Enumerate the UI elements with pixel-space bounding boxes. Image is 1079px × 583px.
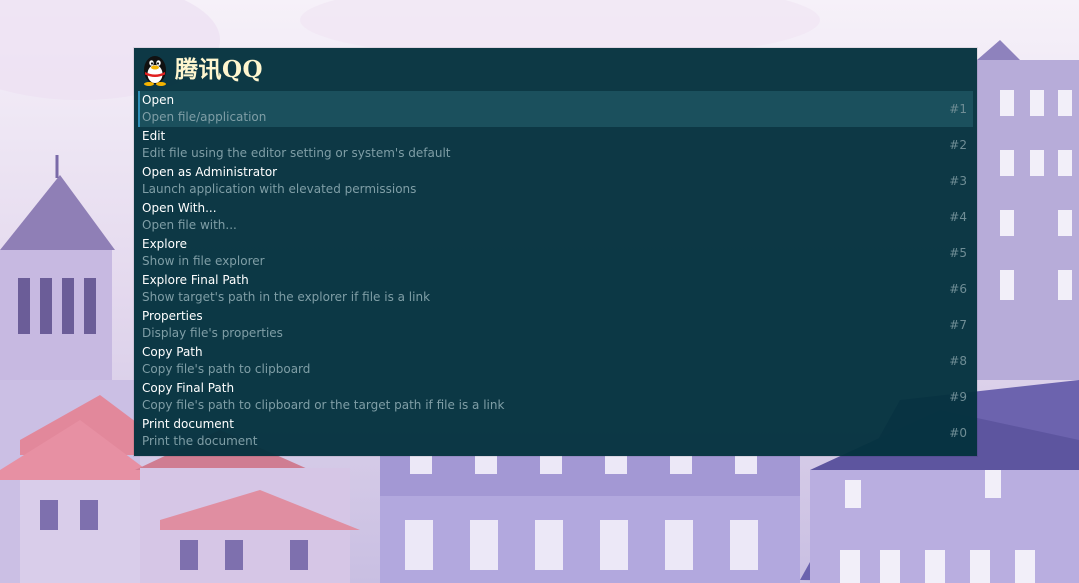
result-subtitle: Launch application with elevated permiss… <box>142 182 417 196</box>
result-subtitle: Display file's properties <box>142 326 283 340</box>
result-subtitle: Copy file's path to clipboard <box>142 362 311 376</box>
result-title: Copy Final Path <box>142 381 235 395</box>
result-hotkey: #7 <box>949 318 967 332</box>
result-hotkey: #2 <box>949 138 967 152</box>
result-subtitle: Show in file explorer <box>142 254 265 268</box>
result-title: Copy Path <box>142 345 203 359</box>
result-title: Explore Final Path <box>142 273 249 287</box>
result-subtitle: Open file with... <box>142 218 237 232</box>
result-subtitle: Edit file using the editor setting or sy… <box>142 146 451 160</box>
result-item[interactable]: Copy Path Copy file's path to clipboard #8 <box>138 343 973 379</box>
result-title: Open <box>142 93 175 107</box>
result-hotkey: #5 <box>949 246 967 260</box>
result-subtitle: Print the document <box>142 434 258 448</box>
qq-penguin-icon <box>144 56 166 86</box>
result-item[interactable]: Open With... Open file with... #4 <box>138 199 973 235</box>
result-title: Open With... <box>142 201 217 215</box>
result-title: Edit <box>142 129 166 143</box>
result-item[interactable]: Explore Show in file explorer #5 <box>138 235 973 271</box>
result-title: Print document <box>142 417 234 431</box>
result-title: Explore <box>142 237 188 251</box>
result-subtitle: Show target's path in the explorer if fi… <box>142 290 431 304</box>
result-hotkey: #3 <box>949 174 967 188</box>
result-item[interactable]: Properties Display file's properties #7 <box>138 307 973 343</box>
search-query[interactable]: 腾讯QQ <box>175 54 263 86</box>
result-item[interactable]: Explore Final Path Show target's path in … <box>138 271 973 307</box>
desktop: 腾讯QQ Open Open file/application #1 Edit Edit… <box>0 0 1079 583</box>
result-subtitle: Open file/application <box>142 110 267 124</box>
search-bar[interactable]: 腾讯QQ <box>134 48 977 90</box>
result-item[interactable]: Print document Print the document #0 <box>138 415 973 451</box>
result-item[interactable]: Open as Administrator Launch application … <box>138 163 973 199</box>
result-item[interactable]: Copy Final Path Copy file's path to clipb… <box>138 379 973 415</box>
result-subtitle: Copy file's path to clipboard or the tar… <box>142 398 505 412</box>
result-hotkey: #0 <box>949 426 967 440</box>
result-hotkey: #4 <box>949 210 967 224</box>
result-title: Open as Administrator <box>142 165 278 179</box>
result-item[interactable]: Open Open file/application #1 <box>138 91 973 127</box>
result-title: Properties <box>142 309 203 323</box>
results-list: Open Open file/application #1 Edit Edit file… <box>138 91 973 451</box>
launcher-window: 腾讯QQ Open Open file/application #1 Edit Edit… <box>134 48 977 456</box>
result-hotkey: #8 <box>949 354 967 368</box>
result-hotkey: #9 <box>949 390 967 404</box>
result-item[interactable]: Edit Edit file using the editor setting o… <box>138 127 973 163</box>
result-hotkey: #6 <box>949 282 967 296</box>
result-hotkey: #1 <box>949 102 967 116</box>
